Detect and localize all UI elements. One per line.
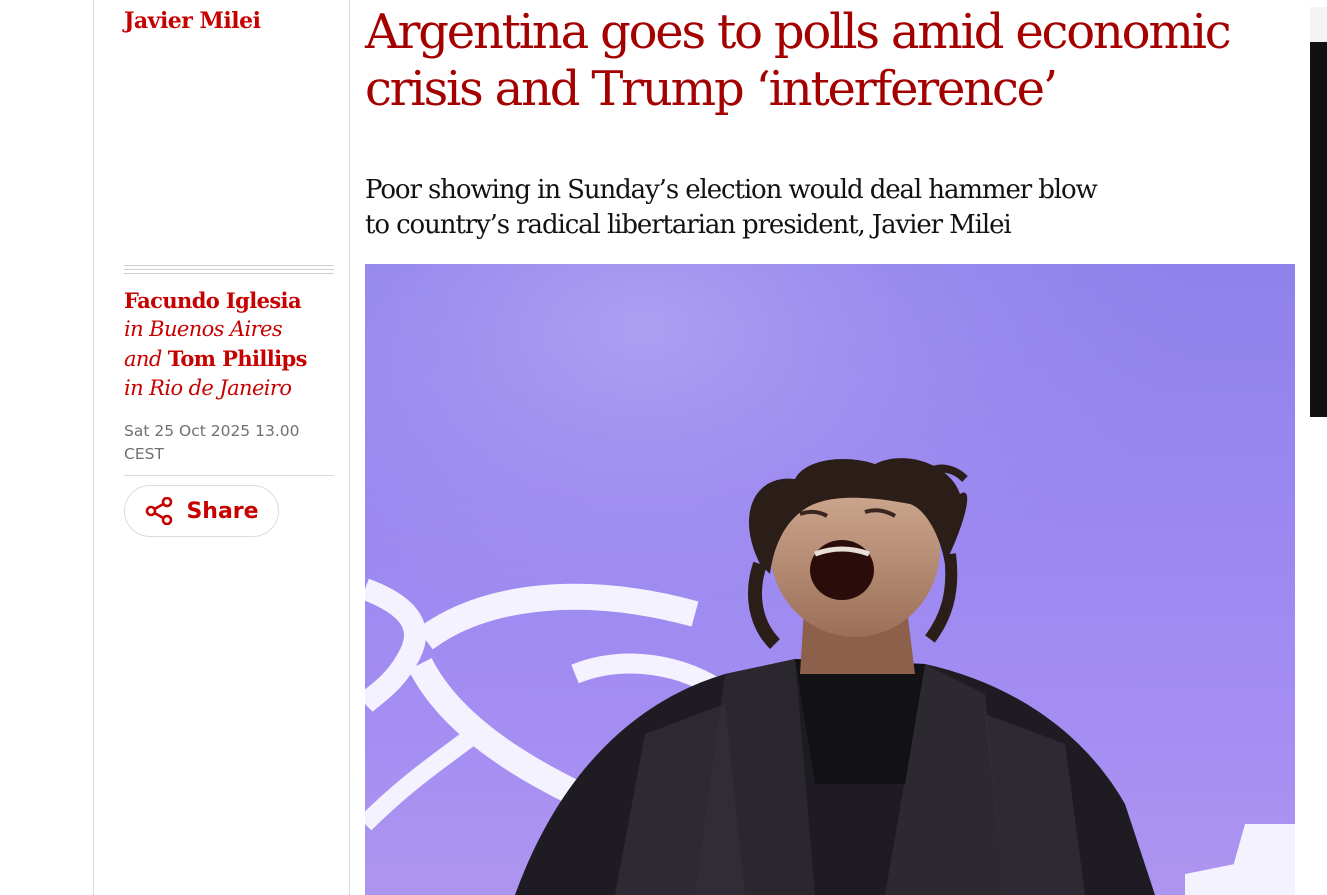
- main-media-photo[interactable]: [365, 264, 1295, 895]
- publish-timezone: CEST: [124, 445, 164, 463]
- share-button-label: Share: [186, 498, 259, 524]
- share-icon: [144, 497, 174, 525]
- article-page: Javier Milei Facundo Iglesia in Buenos A…: [0, 0, 1327, 895]
- author-location: in Rio de Janeiro: [124, 376, 292, 400]
- rule-line: [124, 269, 334, 270]
- byline-second-author: and Tom Phillips: [124, 344, 344, 374]
- byline-rules: [124, 265, 334, 277]
- author-link-tom-phillips[interactable]: Tom Phillips: [168, 346, 308, 371]
- author-link-facundo-iglesia[interactable]: Facundo Iglesia: [124, 286, 344, 315]
- rule-line: [124, 273, 334, 274]
- article-headline: Argentina goes to polls amid economic cr…: [365, 4, 1305, 118]
- article-standfirst: Poor showing in Sunday’s election would …: [365, 173, 1265, 243]
- publish-date-line: Sat 25 Oct 2025 13.00: [124, 422, 300, 440]
- photo-illustration: [365, 264, 1295, 895]
- share-button[interactable]: Share: [124, 485, 279, 537]
- headline-line: crisis and Trump ‘interference’: [365, 61, 1058, 117]
- publish-date: Sat 25 Oct 2025 13.00 CEST: [124, 420, 324, 466]
- left-column-divider: [93, 0, 94, 895]
- byline: Facundo Iglesia in Buenos Aires and Tom …: [124, 286, 344, 403]
- meta-divider: [124, 475, 334, 476]
- advertisement-slot[interactable]: [1310, 7, 1327, 417]
- standfirst-line: to country’s radical libertarian preside…: [365, 210, 1012, 240]
- standfirst-line: Poor showing in Sunday’s election would …: [365, 175, 1098, 205]
- byline-conjunction: and: [124, 347, 162, 371]
- headline-line: Argentina goes to polls amid economic: [365, 4, 1232, 60]
- advertisement-header: [1310, 7, 1327, 42]
- rule-line: [124, 265, 334, 266]
- meta-column-divider: [349, 0, 350, 895]
- author-location: in Buenos Aires: [124, 317, 283, 341]
- section-tag-link[interactable]: Javier Milei: [124, 8, 261, 34]
